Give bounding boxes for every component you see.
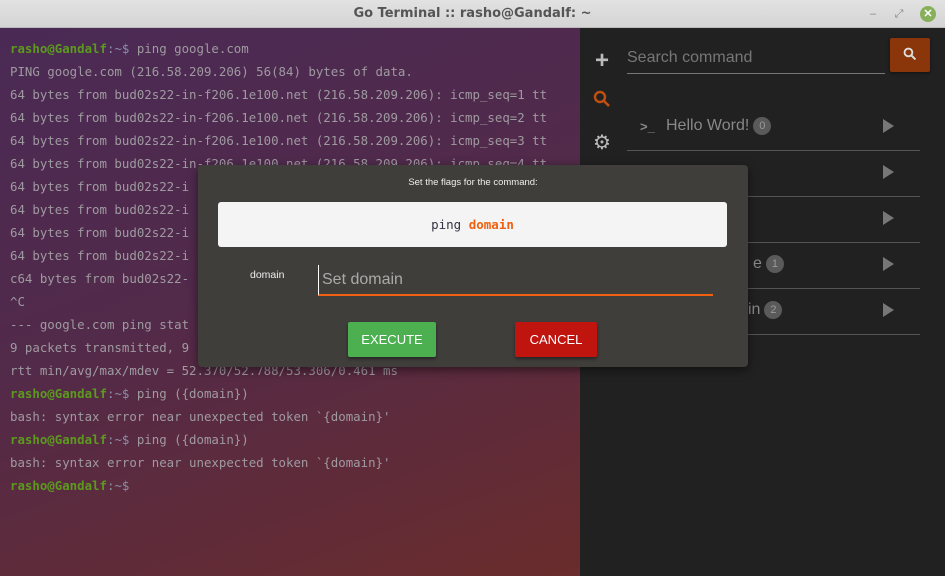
terminal-line: rasho@Gandalf:~$ ping google.com xyxy=(10,39,249,59)
terminal-line: 64 bytes from bud02s22-i xyxy=(10,200,189,220)
terminal-line: 64 bytes from bud02s22-in-f206.1e100.net… xyxy=(10,85,547,105)
search-button[interactable] xyxy=(890,38,930,72)
terminal-line: PING google.com (216.58.209.206) 56(84) … xyxy=(10,62,413,82)
terminal-line: 64 bytes from bud02s22-i xyxy=(10,223,189,243)
terminal-line: 64 bytes from bud02s22-i xyxy=(10,177,189,197)
line-text: PING google.com (216.58.209.206) 56(84) … xyxy=(10,64,413,79)
terminal-line: ^C xyxy=(10,292,25,312)
play-icon[interactable] xyxy=(883,165,894,179)
line-text: 9 packets transmitted, 9 xyxy=(10,340,190,355)
command-argument: domain xyxy=(468,217,514,232)
prompt-user: rasho@Gandalf xyxy=(10,432,107,447)
search-input[interactable] xyxy=(627,42,885,74)
command-label: Hello Word! xyxy=(666,117,750,135)
line-text: bash: syntax error near unexpected token… xyxy=(10,409,391,424)
usage-count-badge: 2 xyxy=(764,301,783,319)
command-preview: ping domain xyxy=(218,202,727,247)
prompt-path: :~$ xyxy=(106,432,130,447)
prompt-path: :~$ xyxy=(106,478,130,493)
domain-flag-input[interactable] xyxy=(318,265,713,296)
line-text: 64 bytes from bud02s22-in-f206.1e100.net… xyxy=(10,133,548,148)
terminal-line: 9 packets transmitted, 9 xyxy=(10,338,189,358)
dialog-title: Set the flags for the command: xyxy=(408,177,538,188)
close-button[interactable]: ✕ xyxy=(920,6,936,22)
play-icon[interactable] xyxy=(883,257,894,271)
terminal-line: rasho@Gandalf:~$ ping ({domain}) xyxy=(10,384,249,404)
command-label-group: e1 xyxy=(753,255,784,273)
prompt-path: :~$ xyxy=(106,386,130,401)
execute-button[interactable]: EXECUTE xyxy=(348,322,436,357)
play-icon[interactable] xyxy=(883,303,894,317)
maximize-button[interactable]: ⤢ xyxy=(892,7,906,21)
terminal-line: --- google.com ping stat xyxy=(10,315,189,335)
command-label: in xyxy=(748,301,761,319)
line-text: bash: syntax error near unexpected token… xyxy=(10,455,391,470)
line-text: 64 bytes from bud02s22-i xyxy=(10,225,190,240)
search-icon[interactable] xyxy=(592,90,612,114)
line-text: 64 bytes from bud02s22-in-f206.1e100.net… xyxy=(10,110,548,125)
gear-icon[interactable]: ⚙ xyxy=(592,130,612,155)
line-text: 64 bytes from bud02s22-i xyxy=(10,202,190,217)
terminal-line: 64 bytes from bud02s22-in-f206.1e100.net… xyxy=(10,131,547,151)
plus-icon[interactable]: + xyxy=(592,47,612,75)
cancel-button[interactable]: CANCEL xyxy=(515,322,597,357)
title-bar: Go Terminal :: rasho@Gandalf: ~ – ⤢ ✕ xyxy=(0,0,945,28)
usage-count-badge: 1 xyxy=(765,255,784,273)
prompt-path: :~$ xyxy=(106,41,130,56)
command-label-group: in 2 xyxy=(748,301,783,319)
command-name: ping xyxy=(431,217,462,232)
usage-count-badge: 0 xyxy=(753,117,772,135)
prompt-user: rasho@Gandalf xyxy=(10,386,107,401)
line-text: ping ({domain}) xyxy=(129,432,249,447)
terminal-line: c64 bytes from bud02s22- xyxy=(10,269,189,289)
terminal-line: rasho@Gandalf:~$ xyxy=(10,476,129,496)
play-icon[interactable] xyxy=(883,211,894,225)
terminal-line: 64 bytes from bud02s22-i xyxy=(10,246,189,266)
flags-dialog: Set the flags for the command: ping doma… xyxy=(198,165,748,367)
search-icon xyxy=(903,47,917,60)
minimize-button[interactable]: – xyxy=(866,7,880,21)
window-title: Go Terminal :: rasho@Gandalf: ~ xyxy=(353,6,592,21)
prompt-user: rasho@Gandalf xyxy=(10,478,107,493)
line-text: 64 bytes from bud02s22-in-f206.1e100.net… xyxy=(10,87,548,102)
prompt-user: rasho@Gandalf xyxy=(10,41,107,56)
command-label-group: >_ Hello Word! 0 xyxy=(640,117,772,135)
command-label: e xyxy=(753,255,762,273)
terminal-line: rasho@Gandalf:~$ ping ({domain}) xyxy=(10,430,249,450)
terminal-line: 64 bytes from bud02s22-in-f206.1e100.net… xyxy=(10,108,547,128)
line-text: ping google.com xyxy=(129,41,249,56)
command-list-item[interactable]: >_ Hello Word! 0 xyxy=(627,105,920,151)
line-text: ping ({domain}) xyxy=(129,386,249,401)
line-text: --- google.com ping stat xyxy=(10,317,190,332)
line-text: 64 bytes from bud02s22-i xyxy=(10,248,190,263)
terminal-line: bash: syntax error near unexpected token… xyxy=(10,453,390,473)
play-icon[interactable] xyxy=(883,119,894,133)
flag-label: domain xyxy=(250,269,285,281)
line-text: c64 bytes from bud02s22- xyxy=(10,271,190,286)
terminal-line: bash: syntax error near unexpected token… xyxy=(10,407,390,427)
line-text: ^C xyxy=(10,294,25,309)
line-text: 64 bytes from bud02s22-i xyxy=(10,179,190,194)
terminal-icon: >_ xyxy=(640,119,655,134)
